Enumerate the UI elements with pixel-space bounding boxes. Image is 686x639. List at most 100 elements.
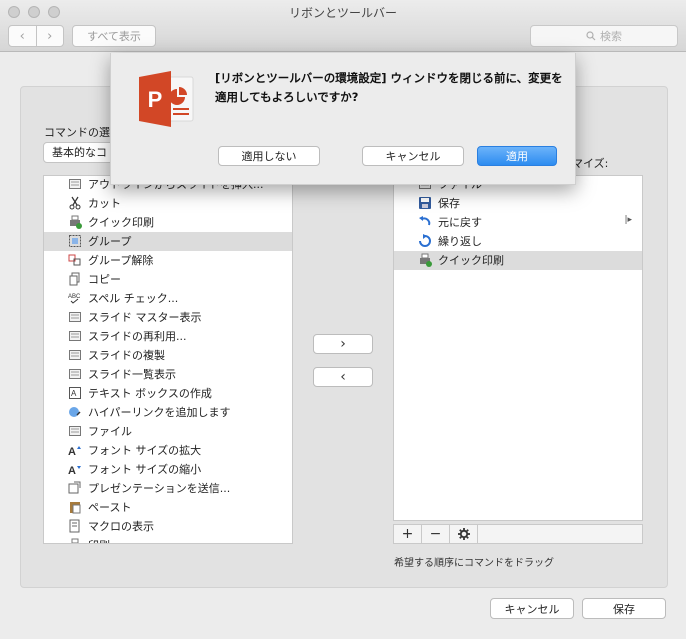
list-item[interactable]: 繰り返し [394,232,642,251]
chevron-right-icon: › [340,336,346,352]
list-item-label: ハイパーリンクを追加します [88,406,231,419]
list-item[interactable]: プレゼンテーションを送信... [44,479,292,498]
dialog-cancel-button[interactable]: キャンセル [362,146,464,166]
list-item-label: フォント サイズの拡大 [88,444,202,457]
list-item[interactable]: スライドの複製 [44,346,292,365]
list-item[interactable]: A テキスト ボックスの作成 [44,384,292,403]
list-item-label: グループ [88,235,132,248]
remove-from-toolbar-button[interactable]: ‹ [313,367,373,387]
list-item-label: スライド一覧表示 [88,368,176,381]
quick-print-icon [68,215,82,229]
list-item[interactable]: スライドの再利用... [44,327,292,346]
chevron-right-icon: › [47,28,53,44]
window-title: リボンとツールバー [288,6,397,20]
apply-changes-dialog: P [リボンとツールバーの環境設定] ウィンドウを閉じる前に、変更を適用してもよ… [110,53,576,185]
submenu-arrow-icon[interactable]: |▸ [624,215,632,225]
list-item-label: 元に戻す [438,216,482,229]
list-item-label: 保存 [438,197,460,210]
quick-print-icon [418,253,432,267]
hyperlink-icon [68,405,82,419]
remove-command-button[interactable]: − [422,525,450,543]
app-icon-letter: P [148,87,163,112]
redo-icon [418,234,432,248]
dont-apply-button[interactable]: 適用しない [218,146,320,166]
ungroup-icon [68,253,82,267]
list-item-label: クイック印刷 [88,216,154,229]
list-item-label: ファイル [88,425,132,438]
list-item-label: カット [88,197,121,210]
list-item-label: ペースト [88,501,132,514]
group-icon [68,234,82,248]
file-icon [68,424,82,438]
list-item[interactable]: ABC スペル チェック... [44,289,292,308]
add-command-button[interactable]: + [394,525,422,543]
print-icon [68,538,82,543]
list-item[interactable]: A フォント サイズの拡大 [44,441,292,460]
list-item-label: 印刷 [88,538,110,543]
reuse-slides-icon [68,329,82,343]
available-commands-list[interactable]: アウトラインからスライドを挿入...カットクイック印刷グループグループ解除コピー… [43,175,293,544]
svg-text:A: A [71,389,77,398]
list-item-label: スペル チェック... [88,292,179,305]
copy-icon [68,272,82,286]
list-item-label: フォント サイズの縮小 [88,463,202,476]
save-button[interactable]: 保存 [582,598,666,619]
search-placeholder: 検索 [600,30,622,43]
cancel-button[interactable]: キャンセル [490,598,574,619]
toolbar-commands-list[interactable]: ファイル保存元に戻す|▸繰り返しクイック印刷 [393,175,643,521]
forward-button[interactable]: › [35,26,64,46]
apply-button[interactable]: 適用 [477,146,557,166]
list-item[interactable]: 保存 [394,194,642,213]
title-bar: リボンとツールバー ‹ › すべて表示 検索 [0,0,686,52]
list-item[interactable]: ペースト [44,498,292,517]
list-item-label: スライドの複製 [88,349,165,362]
search-field[interactable]: 検索 [530,25,678,47]
list-item[interactable]: コピー [44,270,292,289]
nav-group: ‹ › [8,25,64,47]
list-item[interactable]: 元に戻す |▸ [394,213,642,232]
add-to-toolbar-button[interactable]: › [313,334,373,354]
font-grow-icon: A [68,443,82,458]
back-button[interactable]: ‹ [9,26,36,46]
list-item[interactable]: 印刷 [44,536,292,543]
toolbar-list-controls: + − [393,524,643,544]
list-item-label: クイック印刷 [438,254,504,267]
slide-sorter-icon [68,367,82,381]
svg-text:A: A [68,465,76,476]
gear-menu-button[interactable] [450,525,478,543]
list-item[interactable]: ハイパーリンクを追加します [44,403,292,422]
list-item-label: テキスト ボックスの作成 [88,387,212,400]
paste-icon [68,500,82,514]
chevron-left-icon: ‹ [19,28,25,44]
drag-hint-text: 希望する順序にコマンドをドラッグ [394,558,554,569]
list-item[interactable]: グループ解除 [44,251,292,270]
send-icon [68,481,82,495]
powerpoint-app-icon: P [139,71,194,127]
show-all-button[interactable]: すべて表示 [72,25,156,47]
gear-icon [457,528,470,540]
list-item-label: スライドの再利用... [88,330,187,343]
scissors-icon [68,196,82,210]
macro-icon [68,519,82,533]
save-icon [418,196,432,210]
list-item[interactable]: クイック印刷 [44,213,292,232]
list-item[interactable]: クイック印刷 [394,251,642,270]
spellcheck-icon: ABC [68,291,82,305]
font-shrink-icon: A [68,462,82,477]
duplicate-slide-icon [68,348,82,362]
list-item[interactable]: カット [44,194,292,213]
list-item-label: マクロの表示 [88,520,154,533]
slide-master-icon [68,310,82,324]
list-item-label: プレゼンテーションを送信... [88,482,231,495]
list-item-label: グループ解除 [88,254,154,267]
textbox-icon: A [68,386,82,400]
list-item-label: スライド マスター表示 [88,311,202,324]
list-item[interactable]: ファイル [44,422,292,441]
list-item[interactable]: A フォント サイズの縮小 [44,460,292,479]
list-item[interactable]: マクロの表示 [44,517,292,536]
list-item[interactable]: スライド マスター表示 [44,308,292,327]
search-icon [586,31,596,41]
dialog-message: [リボンとツールバーの環境設定] ウィンドウを閉じる前に、変更を適用してもよろし… [215,71,563,104]
list-item[interactable]: グループ [44,232,292,251]
list-item[interactable]: スライド一覧表示 [44,365,292,384]
